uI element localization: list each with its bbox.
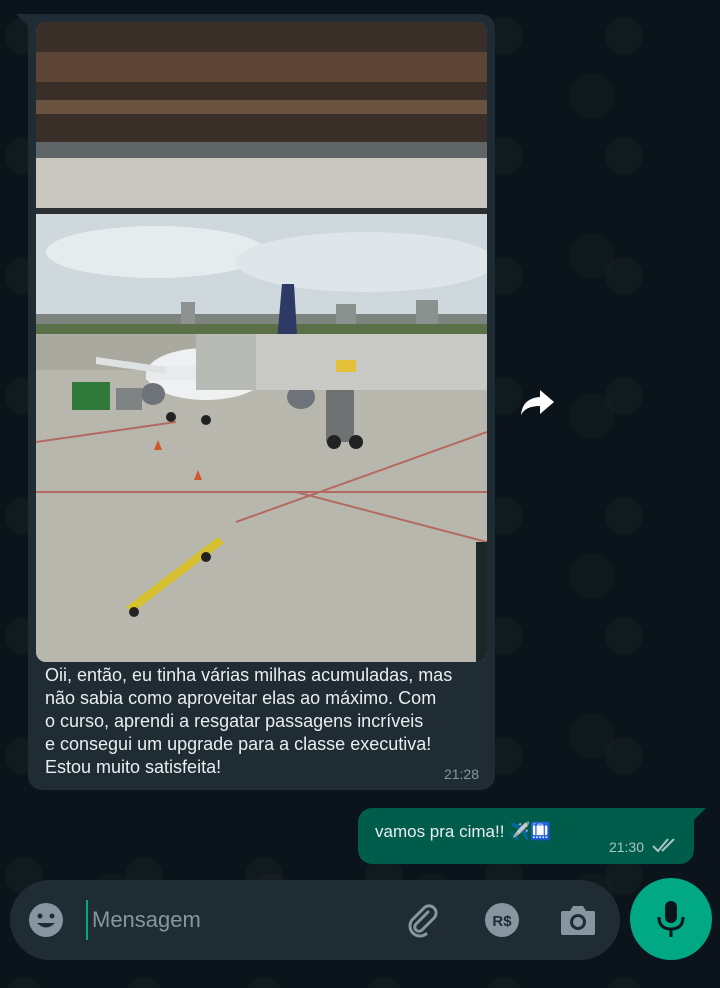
camera-icon[interactable] (558, 900, 598, 940)
outgoing-message-bubble[interactable]: vamos pra cima!! ✈️🛄 21:30 (358, 808, 694, 864)
message-composer: R$ (10, 880, 620, 960)
outgoing-message-text: vamos pra cima!! ✈️🛄 (375, 822, 552, 841)
payment-label: R$ (492, 913, 512, 930)
microphone-icon (657, 901, 685, 937)
paperclip-icon[interactable] (402, 900, 442, 940)
rupee-payment-icon[interactable]: R$ (482, 900, 522, 940)
outgoing-message-time: 21:30 (608, 838, 644, 855)
outgoing-message-meta: 21:30 (609, 837, 678, 856)
message-input[interactable] (86, 900, 386, 940)
forward-arrow-icon[interactable] (518, 384, 558, 420)
emoji-icon[interactable] (26, 900, 66, 940)
incoming-message-time: 21:28 (443, 766, 479, 782)
double-check-icon (652, 837, 678, 856)
incoming-message-text: Oii, então, eu tinha várias milhas acumu… (45, 665, 453, 777)
microphone-button[interactable] (630, 878, 712, 960)
incoming-message-bubble[interactable]: Oii, então, eu tinha várias milhas acumu… (28, 14, 495, 790)
outgoing-bubble-tail (692, 808, 706, 822)
airport-photo[interactable] (36, 22, 487, 662)
